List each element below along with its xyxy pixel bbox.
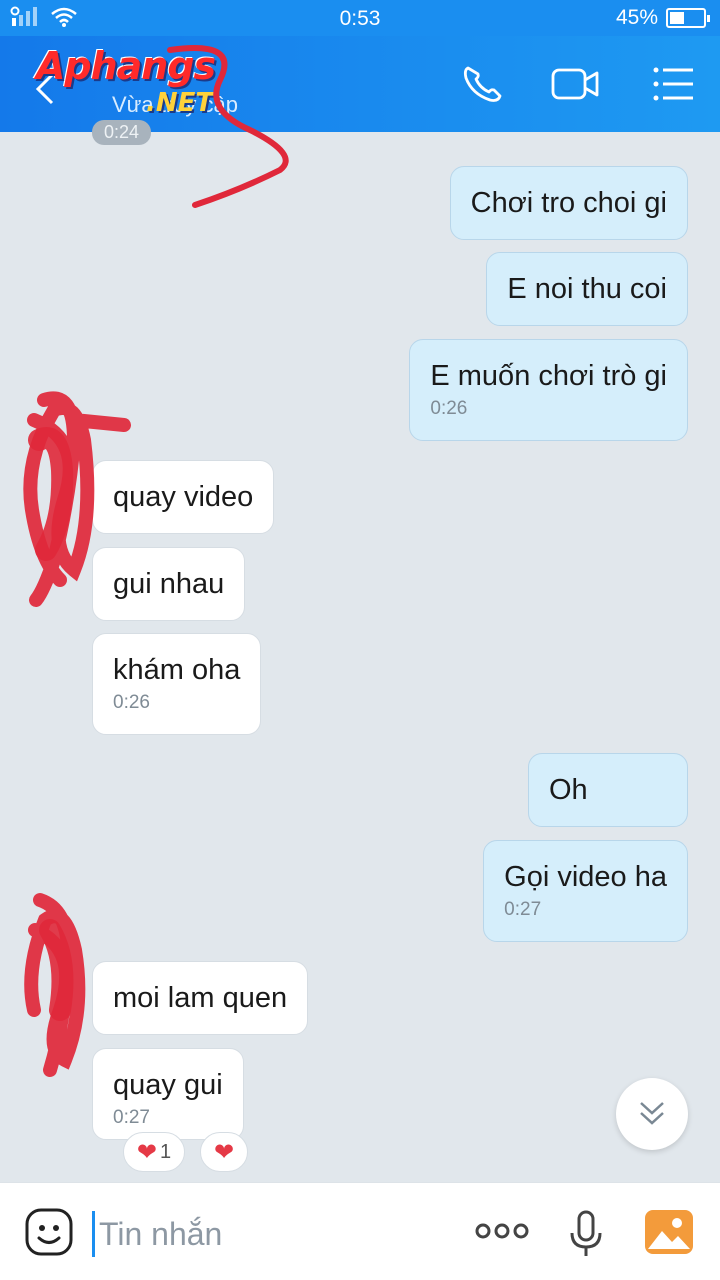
watermark-logo: Aphangs .NET — [36, 44, 216, 118]
scroll-to-bottom-button[interactable] — [616, 1078, 688, 1150]
message-bubble-out[interactable]: Oh — [528, 753, 688, 827]
message-bubble-in[interactable]: moi lam quen — [92, 961, 309, 1035]
battery-percent: 45% — [615, 6, 658, 29]
menu-icon[interactable] — [650, 62, 700, 106]
double-chevron-down-icon — [640, 1102, 664, 1125]
reaction-badge[interactable]: ❤ 1 — [123, 1132, 185, 1172]
message-bubble-out[interactable]: E noi thu coi — [486, 252, 688, 326]
message-text: quay video — [113, 481, 254, 513]
message-bubble-in[interactable]: quay gui 0:27 — [92, 1048, 244, 1140]
message-input[interactable]: Tin nhắn — [92, 1211, 432, 1257]
message-input-bar: Tin nhắn — [0, 1182, 720, 1280]
message-text: Chơi tro choi gi — [470, 187, 667, 219]
message-text: quay gui — [113, 1069, 223, 1101]
video-call-icon[interactable] — [550, 62, 600, 106]
more-icon[interactable] — [474, 1219, 530, 1243]
status-bar: 0:53 45% — [0, 0, 720, 36]
message-time: 0:27 — [504, 899, 542, 920]
reaction-count: 1 — [159, 1140, 172, 1163]
chat-header: Vừa truy cập Aphangs .NET — [0, 36, 720, 132]
message-text: Oh — [549, 774, 588, 806]
battery-fill — [670, 12, 685, 24]
reaction-button[interactable]: ❤ — [200, 1132, 248, 1172]
heart-icon: ❤ — [136, 1138, 157, 1166]
status-right: 45% — [615, 6, 710, 30]
watermark-main: Aphangs — [36, 44, 216, 88]
heart-icon: ❤ — [213, 1138, 235, 1166]
message-bubble-out[interactable]: Gọi video ha 0:27 — [483, 840, 688, 942]
message-bubble-in[interactable]: gui nhau — [92, 547, 246, 621]
message-time: 0:27 — [113, 1107, 150, 1128]
message-bubble-in[interactable]: quay video — [92, 460, 275, 534]
emoji-icon[interactable] — [24, 1207, 74, 1257]
message-time: 0:26 — [430, 398, 468, 419]
photo-icon[interactable] — [644, 1209, 694, 1255]
message-text: E noi thu coi — [507, 273, 667, 305]
message-bubble-out[interactable]: Chơi tro choi gi — [449, 166, 688, 240]
watermark-sub: .NET — [146, 88, 214, 118]
message-text: gui nhau — [113, 568, 225, 600]
message-list[interactable]: 0:24 Chơi tro choi gi E noi thu coi E mu… — [0, 120, 720, 1182]
message-time: 0:26 — [113, 692, 150, 713]
microphone-icon[interactable] — [568, 1209, 604, 1259]
phone-icon[interactable] — [458, 62, 508, 106]
status-time: 0:53 — [339, 7, 381, 30]
message-text: E muốn chơi trò gi — [430, 360, 667, 392]
message-bubble-in[interactable]: khám oha 0:26 — [92, 633, 262, 735]
battery-icon — [666, 8, 710, 28]
message-bubble-out[interactable]: E muốn chơi trò gi 0:26 — [409, 339, 688, 441]
message-text: moi lam quen — [113, 982, 288, 1014]
message-text: Gọi video ha — [504, 861, 667, 893]
message-text: khám oha — [113, 654, 241, 686]
timestamp-pill: 0:24 — [92, 120, 152, 145]
